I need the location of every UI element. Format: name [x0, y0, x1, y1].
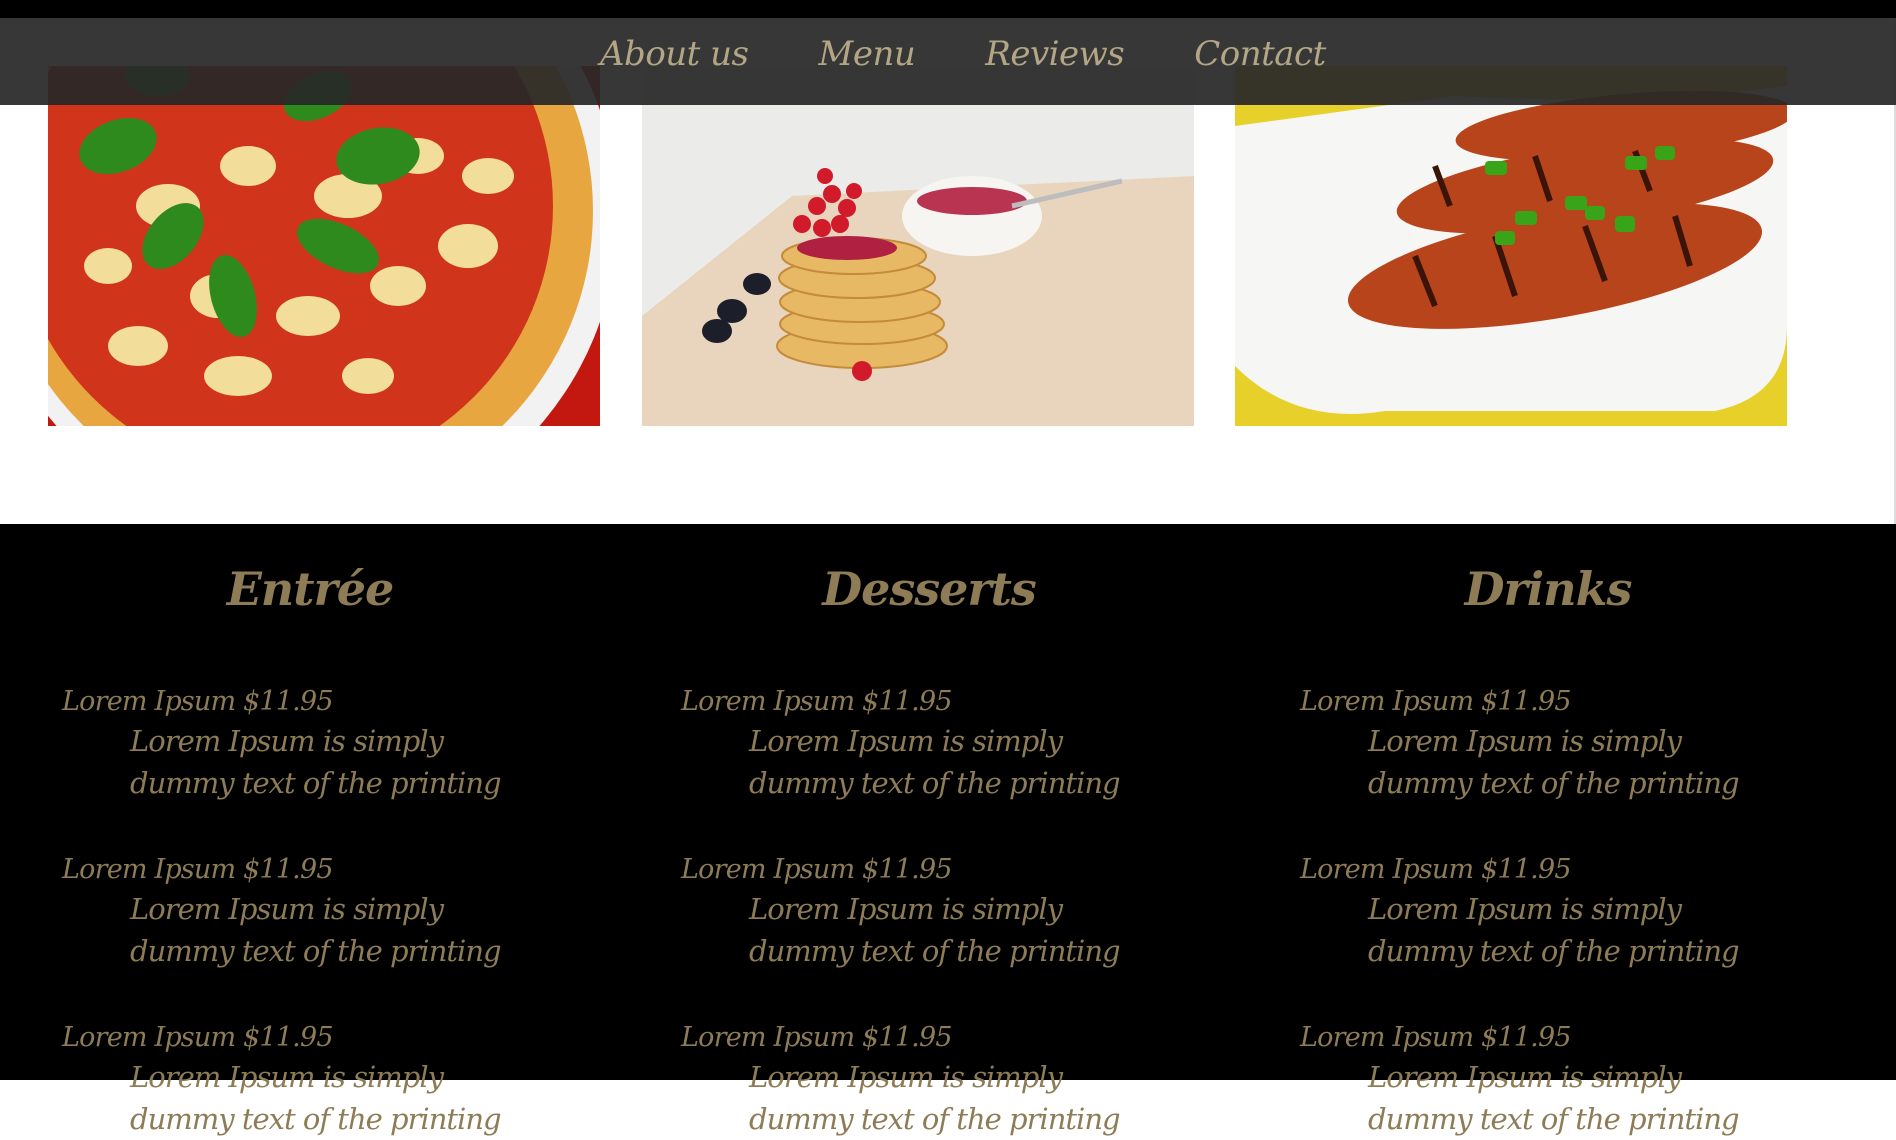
menu-item: Lorem Ipsum $11.95 Lorem Ipsum is simply…: [1300, 1020, 1820, 1140]
menu-item: Lorem Ipsum $11.95 Lorem Ipsum is simply…: [62, 684, 582, 804]
menu-item: Lorem Ipsum $11.95 Lorem Ipsum is simply…: [681, 852, 1201, 972]
item-description: Lorem Ipsum is simply dummy text of the …: [749, 892, 1121, 968]
menu-item: Lorem Ipsum $11.95 Lorem Ipsum is simply…: [1300, 852, 1820, 972]
nav-link-reviews[interactable]: Reviews: [985, 34, 1124, 74]
item-name-price: Lorem Ipsum $11.95: [62, 686, 334, 717]
menu-section: Entrée Lorem Ipsum $11.95 Lorem Ipsum is…: [0, 524, 1896, 1136]
item-description: Lorem Ipsum is simply dummy text of the …: [130, 724, 502, 800]
grilled-chicken-photo: [1235, 66, 1787, 426]
item-name-price: Lorem Ipsum $11.95: [62, 1022, 334, 1053]
item-description: Lorem Ipsum is simply dummy text of the …: [749, 1060, 1121, 1136]
menu-item: Lorem Ipsum $11.95 Lorem Ipsum is simply…: [1300, 684, 1820, 804]
item-name-price: Lorem Ipsum $11.95: [1300, 854, 1572, 885]
item-name-price: Lorem Ipsum $11.95: [681, 1022, 953, 1053]
item-name-price: Lorem Ipsum $11.95: [681, 854, 953, 885]
item-name-price: Lorem Ipsum $11.95: [681, 686, 953, 717]
column-title: Drinks: [1464, 562, 1633, 616]
pizza-photo: [48, 66, 600, 426]
column-title: Desserts: [822, 562, 1037, 616]
item-description: Lorem Ipsum is simply dummy text of the …: [1368, 724, 1740, 800]
menu-item: Lorem Ipsum $11.95 Lorem Ipsum is simply…: [681, 1020, 1201, 1140]
top-navbar: About us Menu Reviews Contact: [0, 18, 1896, 105]
menu-item: Lorem Ipsum $11.95 Lorem Ipsum is simply…: [62, 1020, 582, 1140]
nav-link-about-us[interactable]: About us: [600, 34, 749, 74]
item-description: Lorem Ipsum is simply dummy text of the …: [130, 892, 502, 968]
menu-item: Lorem Ipsum $11.95 Lorem Ipsum is simply…: [681, 684, 1201, 804]
pancakes-photo: [642, 66, 1194, 426]
item-name-price: Lorem Ipsum $11.95: [1300, 686, 1572, 717]
item-description: Lorem Ipsum is simply dummy text of the …: [1368, 892, 1740, 968]
item-name-price: Lorem Ipsum $11.95: [62, 854, 334, 885]
item-description: Lorem Ipsum is simply dummy text of the …: [1368, 1060, 1740, 1136]
nav-link-contact[interactable]: Contact: [1194, 34, 1326, 74]
nav-list: About us Menu Reviews Contact: [600, 34, 1396, 74]
nav-link-menu[interactable]: Menu: [819, 34, 916, 74]
item-description: Lorem Ipsum is simply dummy text of the …: [749, 724, 1121, 800]
column-title: Entrée: [226, 562, 395, 616]
top-strip: [0, 0, 1896, 18]
menu-item: Lorem Ipsum $11.95 Lorem Ipsum is simply…: [62, 852, 582, 972]
item-description: Lorem Ipsum is simply dummy text of the …: [130, 1060, 502, 1136]
item-name-price: Lorem Ipsum $11.95: [1300, 1022, 1572, 1053]
